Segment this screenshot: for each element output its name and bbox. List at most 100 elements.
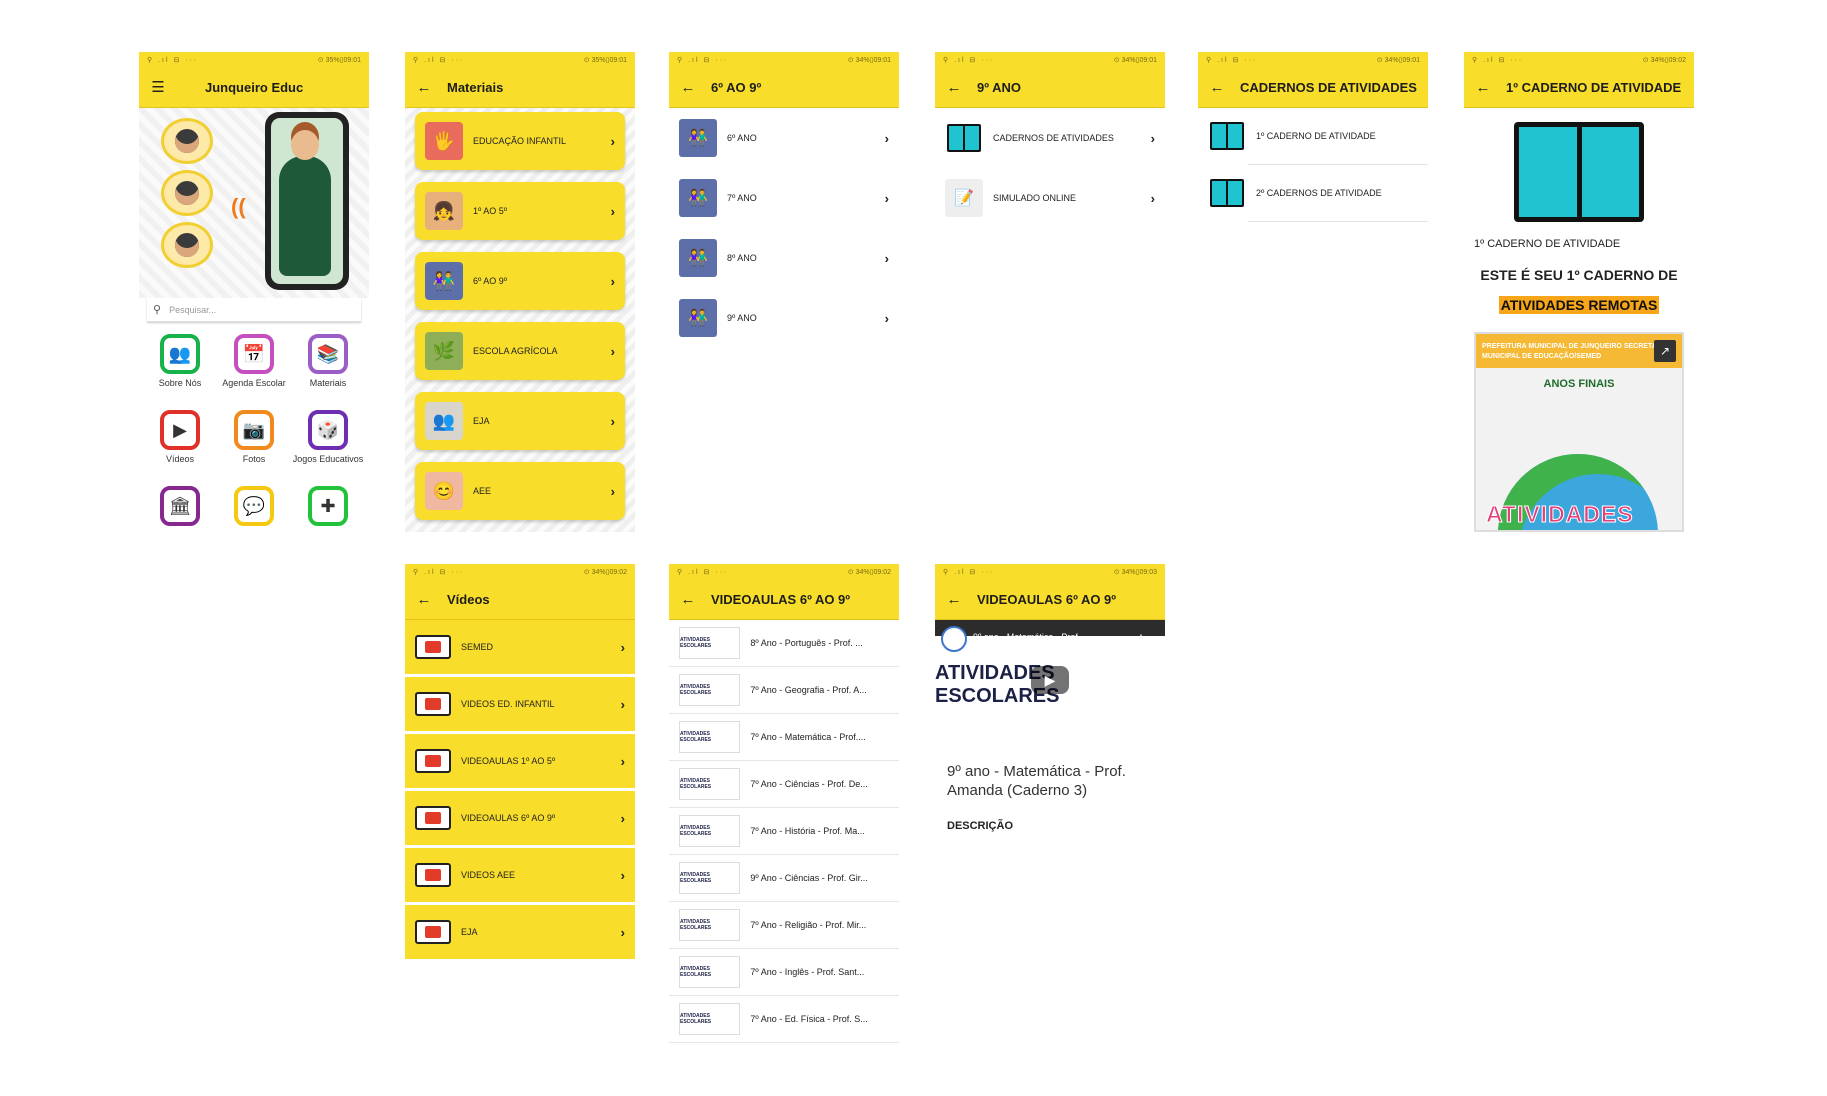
video-category-item[interactable]: EJA › <box>405 905 635 962</box>
app-bar: ← VIDEOAULAS 6º AO 9º <box>935 580 1165 620</box>
cadernos-item[interactable]: CADERNOS DE ATIVIDADES › <box>935 108 1165 168</box>
menu-item-videos[interactable]: ▶ Vídeos <box>143 410 217 478</box>
chevron-right-icon: › <box>884 130 889 146</box>
ano-item[interactable]: 👫 6º ANO › <box>669 108 899 168</box>
chevron-right-icon: › <box>610 273 615 289</box>
more-options-icon[interactable]: ⋮ <box>1135 632 1147 646</box>
chevron-right-icon: › <box>884 310 889 326</box>
page-title: 1º CADERNO DE ATIVIDADE <box>1506 80 1682 95</box>
video-list-item[interactable]: ATIVIDADES ESCOLARES 7º Ano - Ed. Física … <box>669 996 899 1043</box>
signal-icon: (( <box>231 194 246 219</box>
ano-item[interactable]: 👫 9º ANO › <box>669 288 899 348</box>
play-button[interactable]: ▶ <box>1031 666 1069 694</box>
simulado-item[interactable]: 📝 SIMULADO ONLINE › <box>935 168 1165 228</box>
video-player[interactable]: ATIVIDADES ESCOLARES 9º ano - Matemática… <box>935 620 1165 734</box>
menu-item-plus[interactable]: ✚ <box>291 486 365 532</box>
back-arrow-icon[interactable]: ← <box>1208 79 1226 97</box>
chevron-right-icon: › <box>610 133 615 149</box>
book-icon <box>1509 112 1649 232</box>
chevron-right-icon: › <box>610 413 615 429</box>
caderno-detail-screen: ⚲ .ıl ⊟ ··· ⊙ 34%▯09:02 ← 1º CADERNO DE A… <box>1464 52 1694 532</box>
materiais-item[interactable]: 👥 EJA › <box>415 392 625 450</box>
cadernos-screen: ⚲ .ıl ⊟ ··· ⊙ 34%▯09:01 ← CADERNOS DE ATI… <box>1198 52 1428 532</box>
home-menu-grid: 👥 Sobre Nós 📅 Agenda Escolar 📚 Materiais ▶ V… <box>139 322 369 532</box>
photo-thumbnail: 👫 <box>679 239 717 277</box>
description-label: DESCRIÇÃO <box>947 820 1014 832</box>
chevron-right-icon: › <box>620 867 625 883</box>
open-external-icon[interactable]: ↗ <box>1654 340 1676 362</box>
video-list-item[interactable]: ATIVIDADES ESCOLARES 7º Ano - Matemática … <box>669 714 899 761</box>
app-bar: ← 6º AO 9º <box>669 68 899 108</box>
tv-icon <box>415 692 451 716</box>
back-arrow-icon[interactable]: ← <box>945 79 963 97</box>
menu-item-sobre-nos[interactable]: 👥 Sobre Nós <box>143 334 217 402</box>
caderno-item[interactable]: 2º CADERNOS DE ATIVIDADE <box>1198 165 1428 221</box>
back-arrow-icon[interactable]: ← <box>679 591 697 609</box>
video-thumbnail: ATIVIDADES ESCOLARES <box>679 909 741 941</box>
tv-icon <box>415 863 451 887</box>
video-category-item[interactable]: SEMED › <box>405 620 635 677</box>
caderno-item[interactable]: 1º CADERNO DE ATIVIDADE <box>1198 108 1428 164</box>
back-arrow-icon[interactable]: ← <box>415 79 433 97</box>
status-bar: ⚲ .ıl ⊟ ··· ⊙ 34%▯09:02 <box>1464 52 1694 68</box>
photo-thumbnail: 👫 <box>679 299 717 337</box>
status-bar: ⚲ .ıl ⊟ ··· ⊙ 34%▯09:01 <box>1198 52 1428 68</box>
checklist-icon: 📝 <box>945 179 983 217</box>
menu-item-agenda-escolar[interactable]: 📅 Agenda Escolar <box>217 334 291 402</box>
page-title: CADERNOS DE ATIVIDADES <box>1240 80 1417 95</box>
app-bar: ← CADERNOS DE ATIVIDADES <box>1198 68 1428 108</box>
back-arrow-icon[interactable]: ← <box>415 591 433 609</box>
chevron-right-icon: › <box>620 753 625 769</box>
menu-icon[interactable]: ☰ <box>149 79 167 97</box>
chevron-right-icon: › <box>620 696 625 712</box>
school-icon: 🏛 <box>160 486 200 526</box>
app-bar: ← Materiais <box>405 68 635 108</box>
video-thumbnail: ATIVIDADES ESCOLARES <box>679 956 741 988</box>
video-thumbnail: ATIVIDADES ESCOLARES <box>679 768 741 800</box>
menu-item-fotos[interactable]: 📷 Fotos <box>217 410 291 478</box>
menu-item-materiais[interactable]: 📚 Materiais <box>291 334 365 402</box>
ano-item[interactable]: 👫 8º ANO › <box>669 228 899 288</box>
ano-item[interactable]: 👫 7º ANO › <box>669 168 899 228</box>
status-bar: ⚲ .ıl ⊟ ··· ⊙ 34%▯09:02 <box>405 564 635 580</box>
video-list-item[interactable]: ATIVIDADES ESCOLARES 7º Ano - Religião - … <box>669 902 899 949</box>
photo-thumbnail: 👫 <box>679 119 717 157</box>
tv-icon <box>415 635 451 659</box>
video-list-item[interactable]: ATIVIDADES ESCOLARES 9º Ano - Ciências - … <box>669 855 899 902</box>
video-list-item[interactable]: ATIVIDADES ESCOLARES 7º Ano - História - … <box>669 808 899 855</box>
chevron-right-icon: › <box>1150 190 1155 206</box>
video-category-item[interactable]: VIDEOS ED. INFANTIL › <box>405 677 635 734</box>
video-list-item[interactable]: ATIVIDADES ESCOLARES 7º Ano - Geografia -… <box>669 667 899 714</box>
video-list-item[interactable]: ATIVIDADES ESCOLARES 7º Ano - Inglês - Pr… <box>669 949 899 996</box>
materiais-item[interactable]: 🌿 ESCOLA AGRÍCOLA › <box>415 322 625 380</box>
status-bar: ⚲ .ıl ⊟ ··· ⊙ 34%▯09:01 <box>935 52 1165 68</box>
pdf-preview[interactable]: PREFEITURA MUNICIPAL DE JUNQUEIRO SECRET… <box>1474 332 1684 532</box>
search-input[interactable]: ⚲ Pesquisar... <box>147 298 361 322</box>
materiais-item[interactable]: 👫 6º AO 9º › <box>415 252 625 310</box>
video-title: 9º ano - Matemática - Prof. Amanda (Cade… <box>947 763 1126 799</box>
dice-icon: 🎲 <box>308 410 348 450</box>
photo-thumbnail: 🖐 <box>425 122 463 160</box>
video-category-item[interactable]: VIDEOAULAS 1º AO 5º › <box>405 734 635 791</box>
materiais-item[interactable]: 👧 1º AO 5º › <box>415 182 625 240</box>
video-category-item[interactable]: VIDEOAULAS 6º AO 9º › <box>405 791 635 848</box>
video-category-item[interactable]: VIDEOS AEE › <box>405 848 635 905</box>
video-list-item[interactable]: ATIVIDADES ESCOLARES 7º Ano - Ciências - … <box>669 761 899 808</box>
status-bar: ⚲ .ıl ⊟ ··· ⊙ 35%▯09:01 <box>139 52 369 68</box>
back-arrow-icon[interactable]: ← <box>945 591 963 609</box>
materiais-item[interactable]: 🖐 EDUCAÇÃO INFANTIL › <box>415 112 625 170</box>
app-bar: ☰ Junqueiro Educ <box>139 68 369 108</box>
book-icon <box>1208 119 1246 153</box>
back-arrow-icon[interactable]: ← <box>679 79 697 97</box>
materiais-screen: ⚲ .ıl ⊟ ··· ⊙ 35%▯09:01 ← Materiais 🖐 EDUC… <box>405 52 635 532</box>
tv-icon <box>415 920 451 944</box>
menu-item-chat[interactable]: 💬 <box>217 486 291 532</box>
materiais-item[interactable]: 😊 AEE › <box>415 462 625 520</box>
app-bar: ← 1º CADERNO DE ATIVIDADE <box>1464 68 1694 108</box>
photo-thumbnail: 👫 <box>425 262 463 300</box>
video-list-item[interactable]: ATIVIDADES ESCOLARES 8º Ano - Português -… <box>669 620 899 667</box>
menu-item-school[interactable]: 🏛 <box>143 486 217 532</box>
back-arrow-icon[interactable]: ← <box>1474 79 1492 97</box>
menu-item-jogos-educativos[interactable]: 🎲 Jogos Educativos <box>291 410 365 478</box>
caderno-headline: ESTE É SEU 1º CADERNO DE ATIVIDADES REMO… <box>1480 267 1678 314</box>
